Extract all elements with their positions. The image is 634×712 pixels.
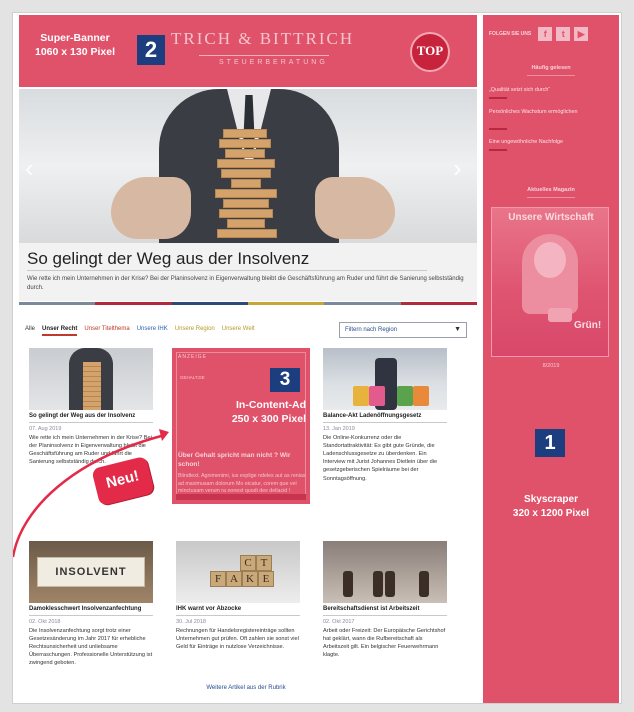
ad-number-badge: 3 — [270, 368, 300, 392]
stripe-segment — [171, 302, 248, 305]
more-articles-link[interactable]: Weitere Artikel aus der Rubrik — [13, 685, 479, 691]
magazine-cover-word: Grün! — [574, 320, 602, 331]
magazine-date: 8/2019 — [542, 363, 560, 369]
ad-tag: ANZEIGE — [178, 354, 207, 360]
letter-cube: A — [226, 571, 242, 587]
tab-5[interactable]: Unsere Welt — [222, 326, 255, 336]
article-date: 13. Jan 2019 — [323, 426, 355, 432]
facebook-icon[interactable]: f — [538, 27, 553, 41]
ad-headline: Über Gehalt spricht man nicht ? Wir scho… — [178, 452, 291, 468]
skyscraper-name: Skyscraper — [524, 494, 578, 505]
in-content-ad[interactable]: ANZEIGE GEHALT.DE 3 In-Content-Ad 250 x … — [172, 348, 310, 504]
super-banner-name: Super-Banner — [40, 32, 110, 44]
main-column: TRICH & BITTRICH STEUERBERATUNG TOP Supe… — [13, 13, 479, 705]
color-stripe — [19, 302, 477, 305]
ad-number-badge: 2 — [137, 35, 165, 65]
article-teaser: Rechnungen für Handelsregistereinträge s… — [176, 628, 299, 651]
article-teaser: Die Insolvenzanfechtung sorgt trotz eine… — [29, 628, 153, 667]
tab-1[interactable]: Unser Recht — [42, 326, 78, 336]
hero-slider[interactable]: ‹ › So gelingt der Weg aus der Insolvenz… — [19, 89, 477, 301]
follow-label: FOLGEN SIE UNS — [489, 31, 532, 37]
letter-cube: T — [256, 555, 272, 571]
tab-2[interactable]: Unser Titelthema — [84, 326, 129, 336]
article-teaser: Die Online-Konkurrenz oder die Standorta… — [323, 435, 438, 482]
chevron-down-icon: ▼ — [454, 326, 461, 333]
stripe-segment — [19, 302, 96, 305]
in-content-ad-size: 250 x 300 Pixel — [231, 413, 306, 426]
magazine-cover[interactable]: Unsere Wirtschaft Grün! — [491, 207, 609, 357]
article-image — [323, 541, 447, 603]
article-card[interactable]: F A K E C T IHK warnt vor Abzocke 30. Ju… — [176, 541, 300, 651]
article-card[interactable]: Bereitschaftsdienst ist Arbeitszeit 02. … — [323, 541, 447, 659]
stripe-segment — [247, 302, 325, 305]
article-title[interactable]: Damoklesschwert Insolvenzanfechtung — [29, 606, 153, 612]
stripe-segment — [324, 302, 401, 305]
popular-link[interactable]: Persönliches Wachstum ermöglichen — [489, 109, 613, 117]
super-banner-size: 1060 x 130 Pixel — [35, 46, 115, 59]
letter-cube: K — [242, 571, 258, 587]
ad-brand: GEHALT.DE — [180, 375, 205, 380]
in-content-ad-label: In-Content-Ad 250 x 300 Pixel — [206, 398, 306, 426]
letter-cube: C — [240, 555, 256, 571]
article-date: 02. Okt 2018 — [29, 619, 61, 625]
logo-subtitle: STEUERBERATUNG — [219, 59, 328, 66]
twitter-icon[interactable]: t — [556, 27, 571, 41]
magazine-heading: Aktuelles Magazin — [527, 187, 575, 193]
article-title[interactable]: Bereitschaftsdienst ist Arbeitszeit — [323, 606, 447, 612]
insolvent-sign: INSOLVENT — [37, 557, 145, 587]
hero-hand-right — [315, 177, 395, 239]
hero-hand-left — [111, 177, 191, 239]
region-filter-select[interactable]: Filtern nach Region ▼ — [339, 322, 467, 338]
letter-cube: F — [210, 571, 226, 587]
in-content-ad-name: In-Content-Ad — [236, 399, 306, 411]
article-image: F A K E C T — [176, 541, 300, 603]
ad-body: Blindtext. Agnimenimi, ius explige ndele… — [178, 473, 306, 495]
region-filter-label: Filtern nach Region — [345, 327, 398, 333]
skyscraper-label: Skyscraper 320 x 1200 Pixel — [483, 493, 619, 520]
letter-cube: E — [258, 571, 274, 587]
hero-title[interactable]: So gelingt der Weg aus der Insolvenz — [27, 249, 309, 269]
article-date: 30. Jul 2018 — [176, 619, 206, 625]
popular-link[interactable]: „Qualität setzt sich durch“ — [489, 87, 613, 95]
page: TRICH & BITTRICH STEUERBERATUNG TOP Supe… — [12, 12, 622, 704]
super-banner-label: Super-Banner 1060 x 130 Pixel — [21, 31, 129, 59]
ad-footer-bar — [176, 494, 306, 500]
youtube-icon[interactable]: ▶ — [574, 27, 589, 41]
skyscraper-size: 320 x 1200 Pixel — [512, 507, 590, 519]
slider-next-icon[interactable]: › — [453, 153, 462, 184]
article-title[interactable]: Balance-Akt Ladenöffnungsgesetz — [323, 413, 447, 419]
skyscraper-ad[interactable]: FOLGEN SIE UNS f t ▶ Häufig gelesen „Qua… — [483, 15, 619, 703]
tab-4[interactable]: Unsere Region — [175, 326, 215, 336]
stripe-segment — [400, 302, 477, 305]
stripe-segment — [95, 302, 172, 305]
magazine-title: Unsere Wirtschaft — [508, 212, 594, 223]
article-title[interactable]: IHK warnt vor Abzocke — [176, 606, 300, 612]
article-date: 02. Okt 2017 — [323, 619, 355, 625]
slider-prev-icon[interactable]: ‹ — [25, 153, 34, 184]
top-badge: TOP — [410, 32, 450, 72]
popular-heading: Häufig gelesen — [531, 65, 571, 71]
logo-text: TRICH & BITTRICH — [171, 29, 355, 48]
hero-divider — [27, 270, 427, 271]
category-tabs: Alle Unser Recht Unser Titelthema Unsere IH… — [25, 326, 255, 336]
article-card[interactable]: INSOLVENT Damoklesschwert Insolvenzanfec… — [29, 541, 153, 668]
hero-description: Wie rette ich mein Unternehmen in der Kr… — [27, 276, 464, 291]
popular-link[interactable]: Eine ungewöhnliche Nachfolge — [489, 139, 613, 147]
social-follow: FOLGEN SIE UNS f t ▶ — [489, 27, 589, 41]
tab-0[interactable]: Alle — [25, 326, 35, 336]
hero-image — [19, 89, 477, 243]
article-card[interactable]: Balance-Akt Ladenöffnungsgesetz 13. Jan … — [323, 348, 447, 483]
article-teaser: Arbeit oder Freizeit: Der Europäische Ge… — [323, 628, 446, 659]
jenga-tower — [209, 129, 285, 243]
ad-number-badge: 1 — [535, 429, 565, 457]
article-image — [323, 348, 447, 410]
article-image — [29, 348, 153, 410]
tab-3[interactable]: Unsere IHK — [137, 326, 168, 336]
super-banner-ad[interactable]: TRICH & BITTRICH STEUERBERATUNG TOP Supe… — [19, 15, 477, 87]
logo-divider — [199, 55, 329, 56]
